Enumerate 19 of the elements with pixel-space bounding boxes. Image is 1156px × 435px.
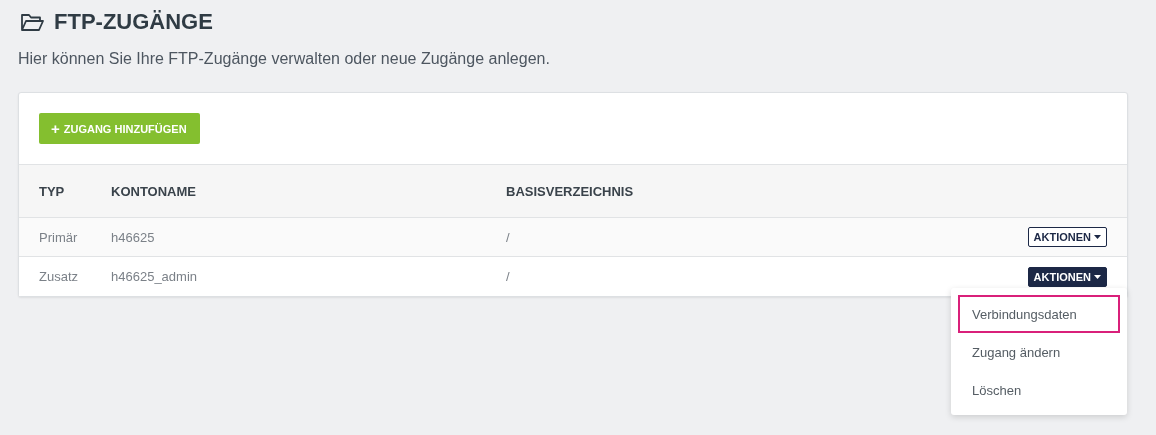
folder-open-icon <box>20 12 45 32</box>
caret-icon <box>1094 274 1101 279</box>
table-cell-text: h46625 <box>111 229 156 245</box>
table-cell-text: / <box>506 269 511 284</box>
actions-dropdown-button[interactable]: AKTIONEN <box>1027 266 1107 287</box>
actions-dropdown-button[interactable]: AKTIONEN <box>1027 227 1107 247</box>
table-cell-text: h46625_admin <box>111 269 199 284</box>
menu-item[interactable]: Löschen <box>958 371 1120 409</box>
column-header: TYP <box>39 183 66 199</box>
menu-item[interactable]: Verbindungsdaten <box>958 295 1120 333</box>
column-header: BASISVERZEICHNIS <box>506 183 635 199</box>
table-cell-text: / <box>506 229 511 245</box>
page-title: FTP-ZUGÄNGE <box>54 9 213 35</box>
column-header: KONTONAME <box>111 183 197 199</box>
table-cell-text: Zusatz <box>39 269 79 284</box>
menu-item[interactable]: Zugang ändern <box>958 333 1120 371</box>
page-description: Hier können Sie Ihre FTP-Zugänge verwalten oder neue Zugänge anlegen. <box>18 50 551 68</box>
caret-icon <box>1094 235 1101 239</box>
table-cell-text: Primär <box>39 229 79 245</box>
